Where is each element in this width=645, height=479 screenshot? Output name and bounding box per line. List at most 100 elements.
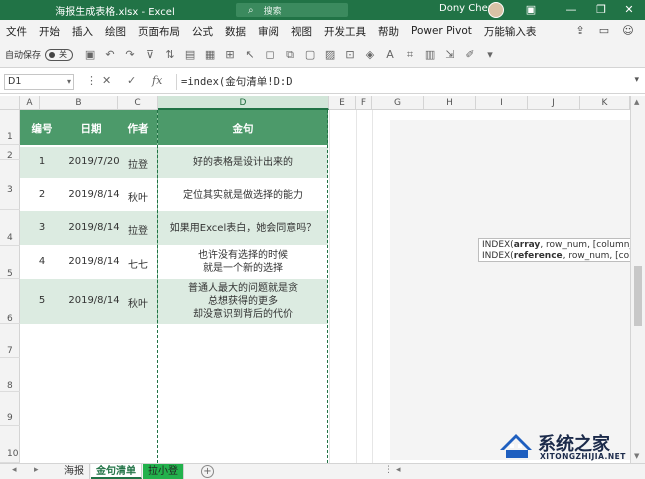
sheet-tab-poster[interactable]: 海报 bbox=[59, 464, 90, 479]
restore-button[interactable]: ❐ bbox=[586, 0, 616, 20]
shape-icon[interactable]: ◻ bbox=[263, 48, 277, 61]
tooltip-arg[interactable]: reference bbox=[514, 251, 563, 261]
font-color-icon[interactable]: A bbox=[383, 48, 397, 61]
cell-id: 1 bbox=[38, 156, 46, 167]
fill-color-icon[interactable]: ◈ bbox=[363, 48, 377, 61]
table-row[interactable]: 2 2019/8/14 秋叶 定位其实就是做选择的能力 bbox=[20, 178, 328, 211]
minimize-button[interactable]: — bbox=[556, 0, 586, 20]
row-header-7[interactable]: 7 bbox=[0, 324, 20, 358]
prev-sheet-icon[interactable]: ◂ bbox=[12, 465, 17, 475]
table-row[interactable]: 5 2019/8/14 秋叶 普通人最大的问题就是贪 总想获得的更多 却没意识到… bbox=[20, 279, 328, 324]
row-header-1[interactable]: 1 bbox=[0, 110, 20, 145]
sheet-tab-quote-list[interactable]: 金句清单 bbox=[91, 464, 142, 479]
column-header-d[interactable]: D bbox=[158, 96, 329, 110]
cell-quote: 普通人最大的问题就是贪 总想获得的更多 却没意识到背后的代价 bbox=[158, 282, 328, 321]
chart-icon[interactable]: ▨ bbox=[323, 48, 337, 61]
tab-help[interactable]: 帮助 bbox=[372, 24, 405, 39]
autosave-toggle[interactable]: 关 bbox=[45, 48, 74, 61]
enter-button[interactable]: ✓ bbox=[127, 74, 136, 87]
cell-author: 七七 bbox=[128, 260, 148, 271]
close-button[interactable]: ✕ bbox=[614, 0, 644, 20]
export-icon[interactable]: ⇲ bbox=[443, 48, 457, 61]
tab-review[interactable]: 审阅 bbox=[252, 24, 285, 39]
tab-home[interactable]: 开始 bbox=[33, 24, 66, 39]
gridline bbox=[329, 110, 330, 463]
column-header-b[interactable]: B bbox=[40, 96, 118, 110]
tab-formulas[interactable]: 公式 bbox=[186, 24, 219, 39]
scroll-up-icon[interactable]: ▲ bbox=[634, 98, 639, 106]
column-header-e[interactable]: E bbox=[329, 96, 356, 110]
column-header-f[interactable]: F bbox=[356, 96, 372, 110]
row-header-10[interactable]: 10 bbox=[0, 426, 20, 463]
smiley-icon[interactable]: ☺ bbox=[620, 23, 636, 39]
tab-insert[interactable]: 插入 bbox=[66, 24, 99, 39]
chevron-down-icon[interactable]: ▾ bbox=[67, 75, 71, 89]
brush-icon[interactable]: ✐ bbox=[463, 48, 477, 61]
lock-icon[interactable]: ▥ bbox=[423, 48, 437, 61]
sort-icon[interactable]: ⇅ bbox=[163, 48, 177, 61]
scroll-left-icon[interactable]: ◂ bbox=[396, 465, 401, 475]
tab-data[interactable]: 数据 bbox=[219, 24, 252, 39]
copy-icon[interactable]: ⧉ bbox=[283, 48, 297, 62]
merge-icon[interactable]: ⊞ bbox=[223, 48, 237, 61]
border-icon[interactable]: ⊡ bbox=[343, 48, 357, 61]
formula-input[interactable]: =index(金句清单!D:D bbox=[176, 74, 635, 90]
customize-qat-icon[interactable]: ▾ bbox=[483, 48, 497, 61]
crop-icon[interactable]: ⌗ bbox=[403, 48, 417, 62]
save-icon[interactable]: ▣ bbox=[83, 48, 97, 61]
select-all-corner[interactable] bbox=[0, 96, 20, 110]
cancel-button[interactable]: ✕ bbox=[102, 74, 111, 87]
expand-formula-bar-icon[interactable]: ▾ bbox=[634, 75, 639, 85]
row-header-5[interactable]: 5 bbox=[0, 246, 20, 279]
row-header-6[interactable]: 6 bbox=[0, 279, 20, 324]
comment-icon[interactable]: ▭ bbox=[596, 23, 612, 39]
column-header-k[interactable]: K bbox=[580, 96, 630, 110]
sheet-tab-laxiaodeng[interactable]: 拉小登 bbox=[143, 464, 184, 479]
tab-power-pivot[interactable]: Power Pivot bbox=[405, 25, 478, 37]
share-icon[interactable]: ⇪ bbox=[572, 23, 588, 39]
tab-file[interactable]: 文件 bbox=[0, 24, 33, 39]
scroll-thumb[interactable] bbox=[634, 266, 642, 326]
column-header-j[interactable]: J bbox=[528, 96, 580, 110]
table-icon[interactable]: ▦ bbox=[203, 48, 217, 61]
ribbon-display-options-button[interactable]: ▣ bbox=[516, 0, 546, 20]
user-name[interactable]: Dony Chen bbox=[439, 3, 494, 14]
paste-icon[interactable]: ▢ bbox=[303, 48, 317, 61]
tab-addin[interactable]: 万能输入表 bbox=[478, 24, 543, 39]
row-header-9[interactable]: 9 bbox=[0, 392, 20, 426]
vertical-scrollbar[interactable]: ▲ ▼ bbox=[630, 96, 645, 463]
worksheet-grid[interactable]: 编号 日期 作者 金句 1 2019/7/20 拉登 好的表格是设计出来的 2 … bbox=[20, 110, 640, 463]
tab-split-handle[interactable]: ⋮ bbox=[384, 465, 393, 475]
tab-draw[interactable]: 绘图 bbox=[99, 24, 132, 39]
tab-page-layout[interactable]: 页面布局 bbox=[132, 24, 186, 39]
column-header-a[interactable]: A bbox=[20, 96, 40, 110]
search-box[interactable]: ⌕ 搜索 bbox=[236, 3, 348, 17]
column-header-c[interactable]: C bbox=[118, 96, 158, 110]
undo-icon[interactable]: ↶ bbox=[103, 48, 117, 61]
cell-quote: 定位其实就是做选择的能力 bbox=[183, 190, 303, 201]
insert-function-button[interactable]: fx bbox=[152, 74, 162, 87]
avatar[interactable] bbox=[488, 2, 504, 18]
tab-developer[interactable]: 开发工具 bbox=[318, 24, 372, 39]
pointer-icon[interactable]: ↖ bbox=[243, 48, 257, 61]
row-header-2[interactable]: 2 bbox=[0, 145, 20, 161]
table-row[interactable]: 1 2019/7/20 拉登 好的表格是设计出来的 bbox=[20, 147, 328, 178]
format-painter-icon[interactable]: ▤ bbox=[183, 48, 197, 61]
column-header-i[interactable]: I bbox=[476, 96, 528, 110]
name-box[interactable]: D1 ▾ bbox=[4, 74, 74, 90]
filter-icon[interactable]: ⊽ bbox=[143, 48, 157, 61]
table-row[interactable]: 4 2019/8/14 七七 也许没有选择的时候 就是一个新的选择 bbox=[20, 245, 328, 279]
column-header-g[interactable]: G bbox=[372, 96, 424, 110]
redo-icon[interactable]: ↷ bbox=[123, 48, 137, 61]
tab-view[interactable]: 视图 bbox=[285, 24, 318, 39]
add-sheet-icon[interactable]: + bbox=[201, 465, 214, 478]
quote-line: 总想获得的更多 bbox=[208, 296, 278, 307]
column-header-h[interactable]: H bbox=[424, 96, 476, 110]
row-header-8[interactable]: 8 bbox=[0, 358, 20, 392]
tooltip-text: INDEX( bbox=[482, 251, 514, 261]
tooltip-arg[interactable]: array bbox=[514, 240, 541, 250]
next-sheet-icon[interactable]: ▸ bbox=[34, 465, 39, 475]
row-header-4[interactable]: 4 bbox=[0, 210, 20, 246]
table-row[interactable]: 3 2019/8/14 拉登 如果用Excel表白，她会同意吗？ bbox=[20, 211, 328, 245]
row-header-3[interactable]: 3 bbox=[0, 160, 20, 210]
